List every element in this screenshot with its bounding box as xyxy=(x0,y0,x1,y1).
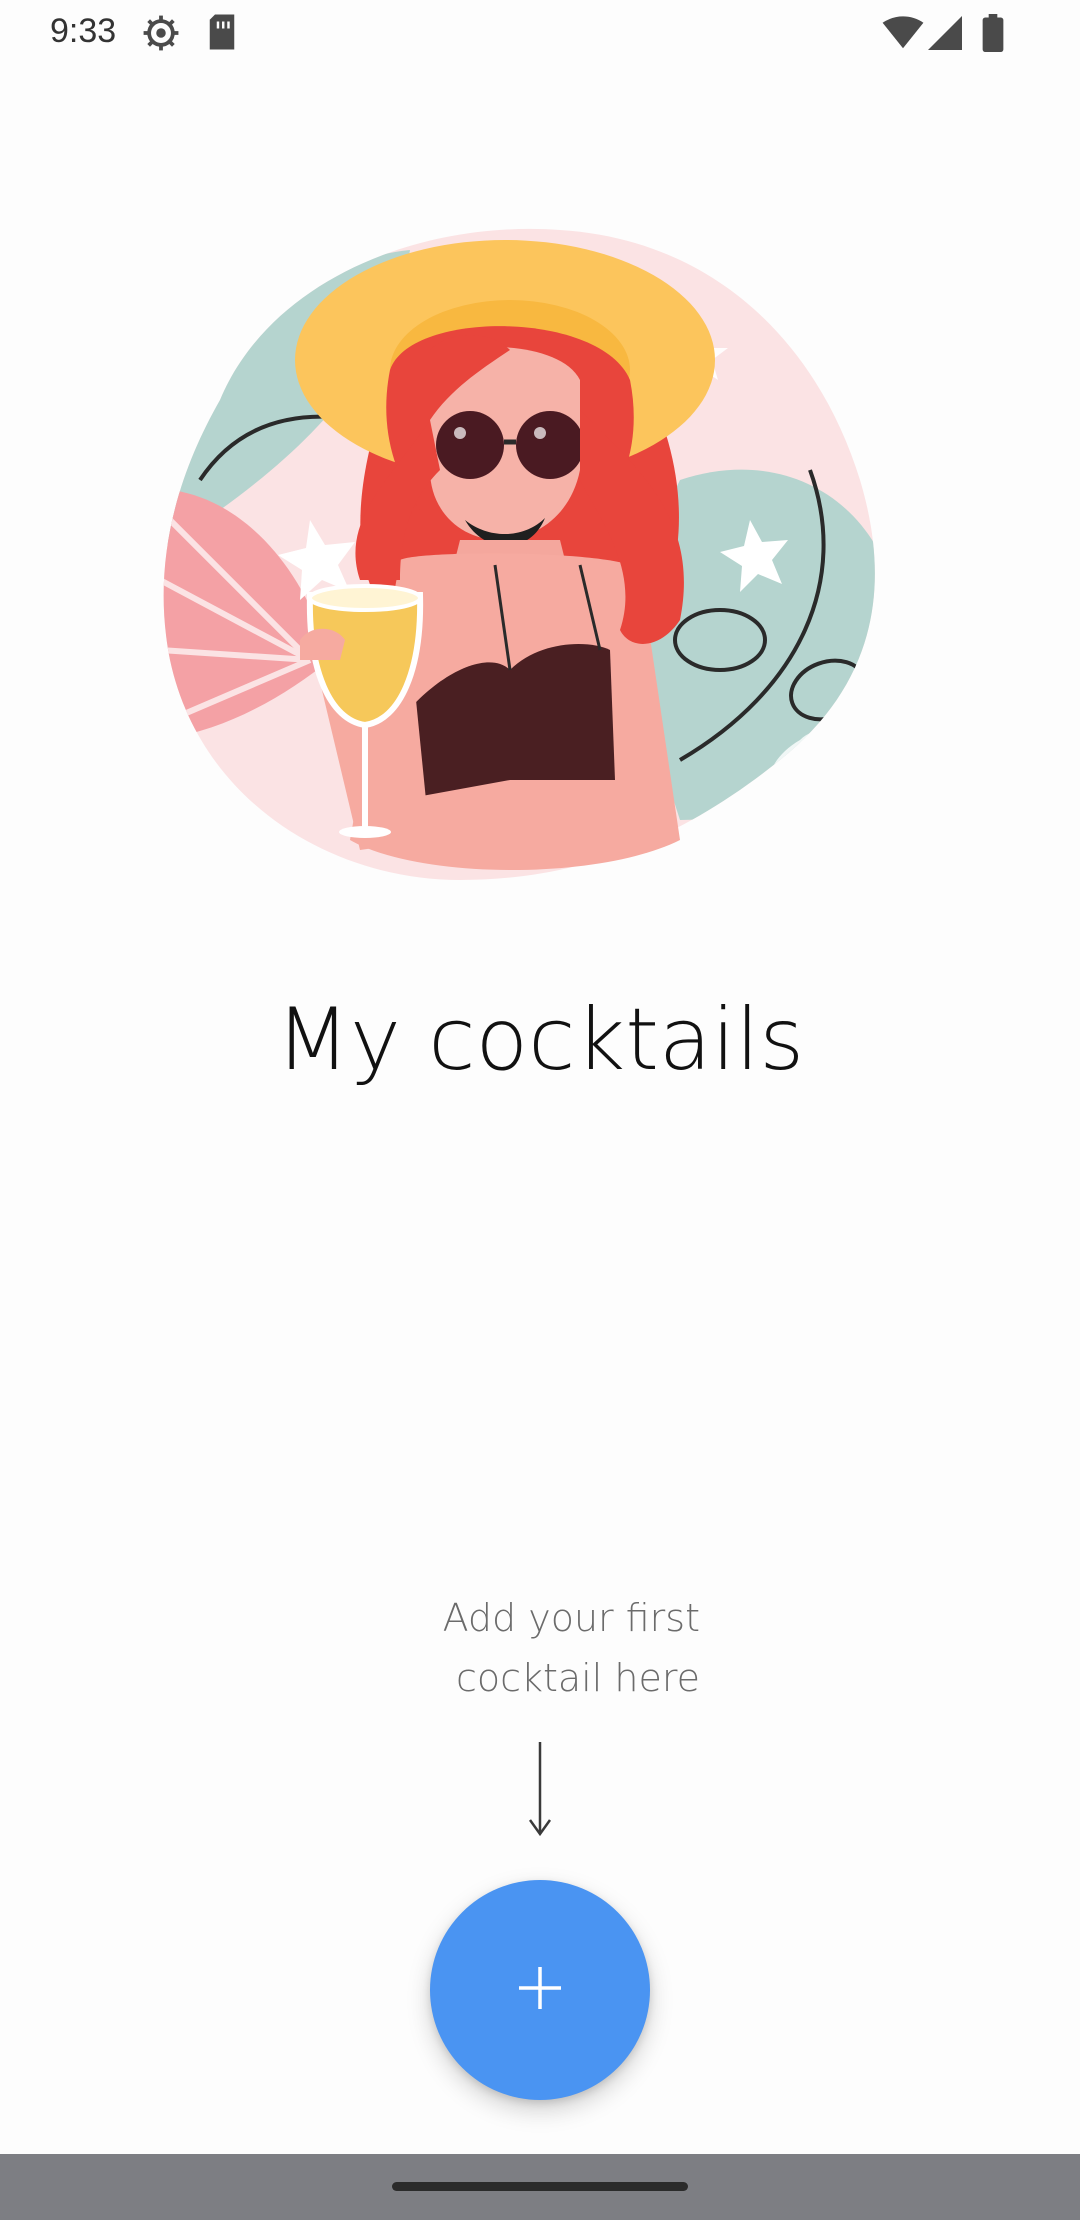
status-time: 9:33 xyxy=(50,12,117,50)
hint-line-1: Add your first xyxy=(442,1596,700,1640)
hint-line-2: cocktail here xyxy=(455,1656,700,1700)
page-title: My cocktails xyxy=(275,990,805,1090)
home-handle[interactable] xyxy=(392,2182,688,2191)
empty-state-hint: Add your first cocktail here xyxy=(360,1588,700,1708)
battery-icon xyxy=(982,14,1004,56)
settings-icon xyxy=(142,14,180,56)
plus-icon xyxy=(517,1965,563,2015)
add-cocktail-button[interactable] xyxy=(430,1880,650,2100)
navigation-bar xyxy=(0,2154,1080,2220)
signal-icon xyxy=(928,16,962,54)
arrow-down-icon xyxy=(520,1740,560,1840)
wifi-icon xyxy=(882,16,924,54)
woman-with-cocktail-illustration xyxy=(160,220,920,900)
sim-card-icon xyxy=(208,14,236,54)
status-bar: 9:33 xyxy=(0,0,1080,66)
